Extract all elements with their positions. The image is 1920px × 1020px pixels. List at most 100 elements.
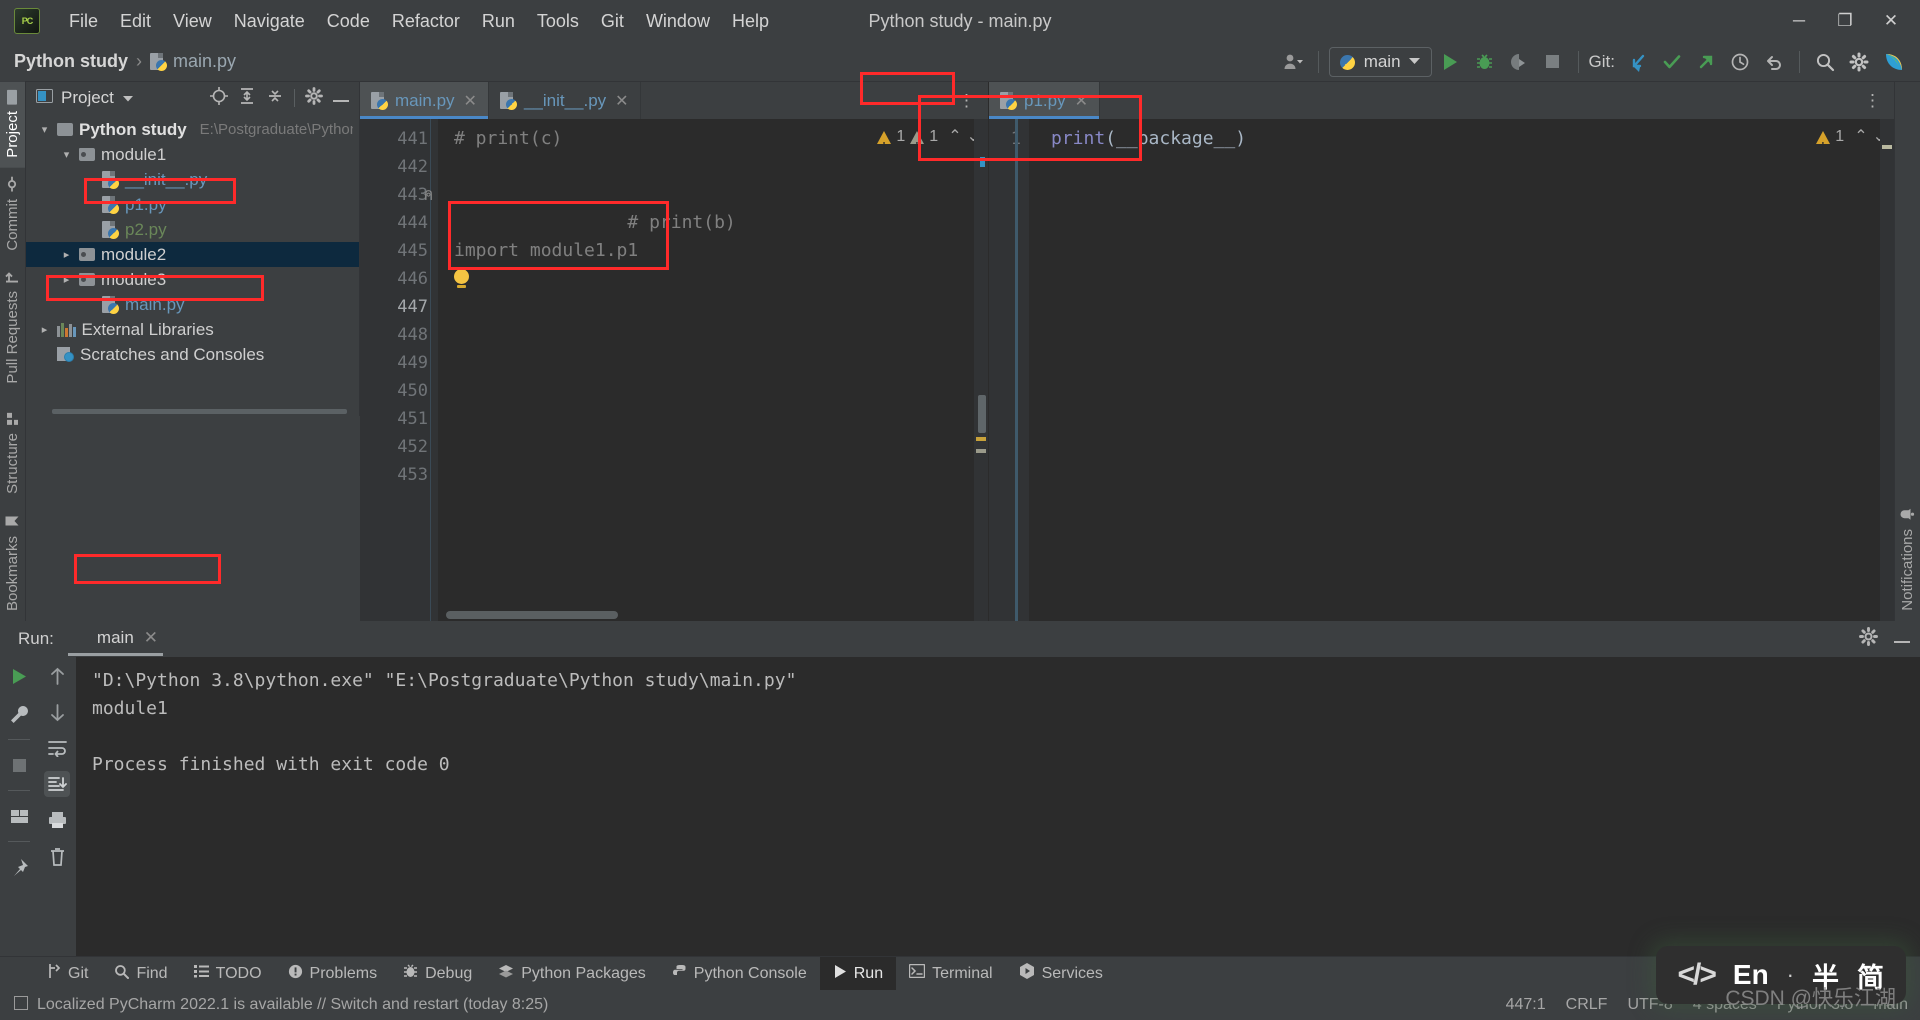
code-editor-right[interactable]: 1 print(__package__) 1 ⌃ ⌄ [989,119,1894,621]
menu-view[interactable]: View [162,7,223,36]
inspection-widget-right[interactable]: 1 ⌃ ⌄ [1816,123,1886,161]
status-notification-icon[interactable] [14,995,28,1015]
gear-icon[interactable] [305,86,323,110]
status-message[interactable]: Localized PyCharm 2022.1 is available //… [37,996,548,1014]
settings-wrench-icon[interactable] [6,701,32,727]
sidebar-item-bookmarks[interactable]: Bookmarks [0,504,25,621]
tree-item-init-py[interactable]: __init__.py [26,167,359,192]
bottom-tab-todo[interactable]: TODO [181,957,275,990]
editor-horizontal-scrollbar-left[interactable] [446,611,618,619]
previous-problem-icon[interactable]: ⌃ [1854,123,1867,151]
plugin-icon[interactable] [1878,47,1910,77]
error-stripe-right[interactable] [1880,119,1894,621]
git-history-icon[interactable] [1725,47,1755,77]
search-icon[interactable] [1810,47,1840,77]
bottom-tab-terminal[interactable]: Terminal [896,957,1005,990]
menu-help[interactable]: Help [721,7,780,36]
run-configuration-selector[interactable]: main [1328,46,1432,77]
down-arrow-icon[interactable] [44,699,70,725]
tree-item-p2-py[interactable]: p2.py [26,217,359,242]
rerun-icon[interactable] [6,663,32,689]
git-commit-icon[interactable] [1657,47,1687,77]
chevron-right-icon[interactable]: ▸ [38,323,51,336]
menu-edit[interactable]: Edit [109,7,162,36]
project-horizontal-scrollbar[interactable] [26,407,359,416]
editor-tabs-more-icon-right[interactable]: ⋮ [1852,82,1894,119]
tree-item-module1[interactable]: ▾ module1 [26,142,359,167]
menu-refactor[interactable]: Refactor [381,7,471,36]
chevron-down-icon[interactable]: ▾ [38,123,51,136]
tree-item-external-libraries[interactable]: ▸ External Libraries [26,317,359,342]
editor-tabs-more-icon[interactable]: ⋮ [946,82,988,119]
menu-git[interactable]: Git [590,7,635,36]
print-icon[interactable] [44,807,70,833]
bottom-tab-python-packages[interactable]: Python Packages [485,957,659,990]
tree-item-p1-py[interactable]: p1.py [26,192,359,217]
close-icon[interactable]: ✕ [464,91,477,111]
bottom-tab-problems[interactable]: Problems [275,957,391,990]
close-icon[interactable]: ✕ [615,91,628,111]
soft-wrap-icon[interactable] [44,735,70,761]
code-text-right[interactable]: print(__package__) 1 ⌃ ⌄ [1015,119,1894,621]
tree-item-scratches-and-consoles[interactable]: Scratches and Consoles [26,342,359,367]
run-tab-main[interactable]: main ✕ [64,622,167,656]
hide-panel-icon[interactable] [1894,629,1912,649]
chevron-down-icon[interactable]: ▾ [60,148,73,161]
git-rollback-icon[interactable] [1759,47,1789,77]
tree-item-python-study[interactable]: ▾ Python study E:\Postgraduate\Python s [26,117,359,142]
bottom-tab-run[interactable]: Run [819,957,897,990]
menu-tools[interactable]: Tools [526,7,590,36]
tab-main-py[interactable]: main.py ✕ [360,82,489,119]
status-line-separator[interactable]: CRLF [1566,996,1608,1014]
tree-item-module2[interactable]: ▸ module2 [26,242,359,267]
close-button[interactable]: ✕ [1868,0,1914,42]
intention-bulb-icon[interactable] [454,269,469,288]
gear-icon[interactable] [1859,627,1878,651]
bottom-tab-find[interactable]: Find [101,957,180,990]
bottom-tab-debug[interactable]: Debug [390,957,485,990]
git-push-icon[interactable] [1691,47,1721,77]
scroll-from-source-icon[interactable] [210,86,228,110]
chevron-right-icon[interactable]: ▸ [60,248,73,261]
run-with-coverage-button[interactable] [1504,47,1534,77]
sidebar-item-notifications[interactable]: Notifications [1895,497,1920,621]
fold-marker-icon[interactable]: ⍝ [424,181,433,209]
run-console-output[interactable]: "D:\Python 3.8\python.exe" "E:\Postgradu… [76,657,1920,956]
menu-code[interactable]: Code [316,7,381,36]
stop-icon[interactable] [6,752,32,778]
sidebar-item-project[interactable]: Project [0,82,25,168]
chevron-right-icon[interactable]: ▸ [60,273,73,286]
code-text-left[interactable]: # print(c) ⍝ # print(b) import module1.p… [424,119,988,621]
expand-all-icon[interactable] [238,87,256,110]
bottom-tab-git[interactable]: Git [34,957,101,990]
breadcrumb-file[interactable]: main.py [150,51,236,72]
hide-panel-icon[interactable] [333,88,351,108]
account-icon[interactable] [1278,47,1308,77]
project-tree[interactable]: ▾ Python study E:\Postgraduate\Python s … [26,114,359,407]
sidebar-item-commit[interactable]: Commit [0,168,25,261]
close-icon[interactable]: ✕ [144,628,158,648]
sidebar-item-structure[interactable]: Structure [0,402,25,504]
gear-icon[interactable] [1844,47,1874,77]
run-button[interactable] [1436,47,1466,77]
menu-window[interactable]: Window [635,7,721,36]
debug-button[interactable] [1470,47,1500,77]
code-editor-left[interactable]: 441 442 443 444 445 446 447 448 449 450 … [360,119,988,621]
stop-button[interactable] [1538,47,1568,77]
menu-file[interactable]: File [58,7,109,36]
bottom-tab-services[interactable]: Services [1006,957,1116,990]
status-caret-position[interactable]: 447:1 [1506,996,1546,1014]
collapse-all-icon[interactable] [266,87,284,110]
inspection-widget-left[interactable]: 1 1 ⌃ ⌄ [877,123,980,161]
minimize-button[interactable]: ─ [1776,0,1822,42]
tree-item-main-py[interactable]: main.py [26,292,359,317]
project-chevron-down-icon[interactable] [122,88,134,108]
tab-init-py[interactable]: __init__.py ✕ [489,82,641,119]
sidebar-item-pull-requests[interactable]: Pull Requests [0,260,25,394]
close-icon[interactable]: ✕ [1075,91,1088,111]
menu-run[interactable]: Run [471,7,526,36]
previous-problem-icon[interactable]: ⌃ [948,123,961,151]
stripe-thumb[interactable] [978,395,986,433]
up-arrow-icon[interactable] [44,663,70,689]
pin-icon[interactable] [6,854,32,880]
